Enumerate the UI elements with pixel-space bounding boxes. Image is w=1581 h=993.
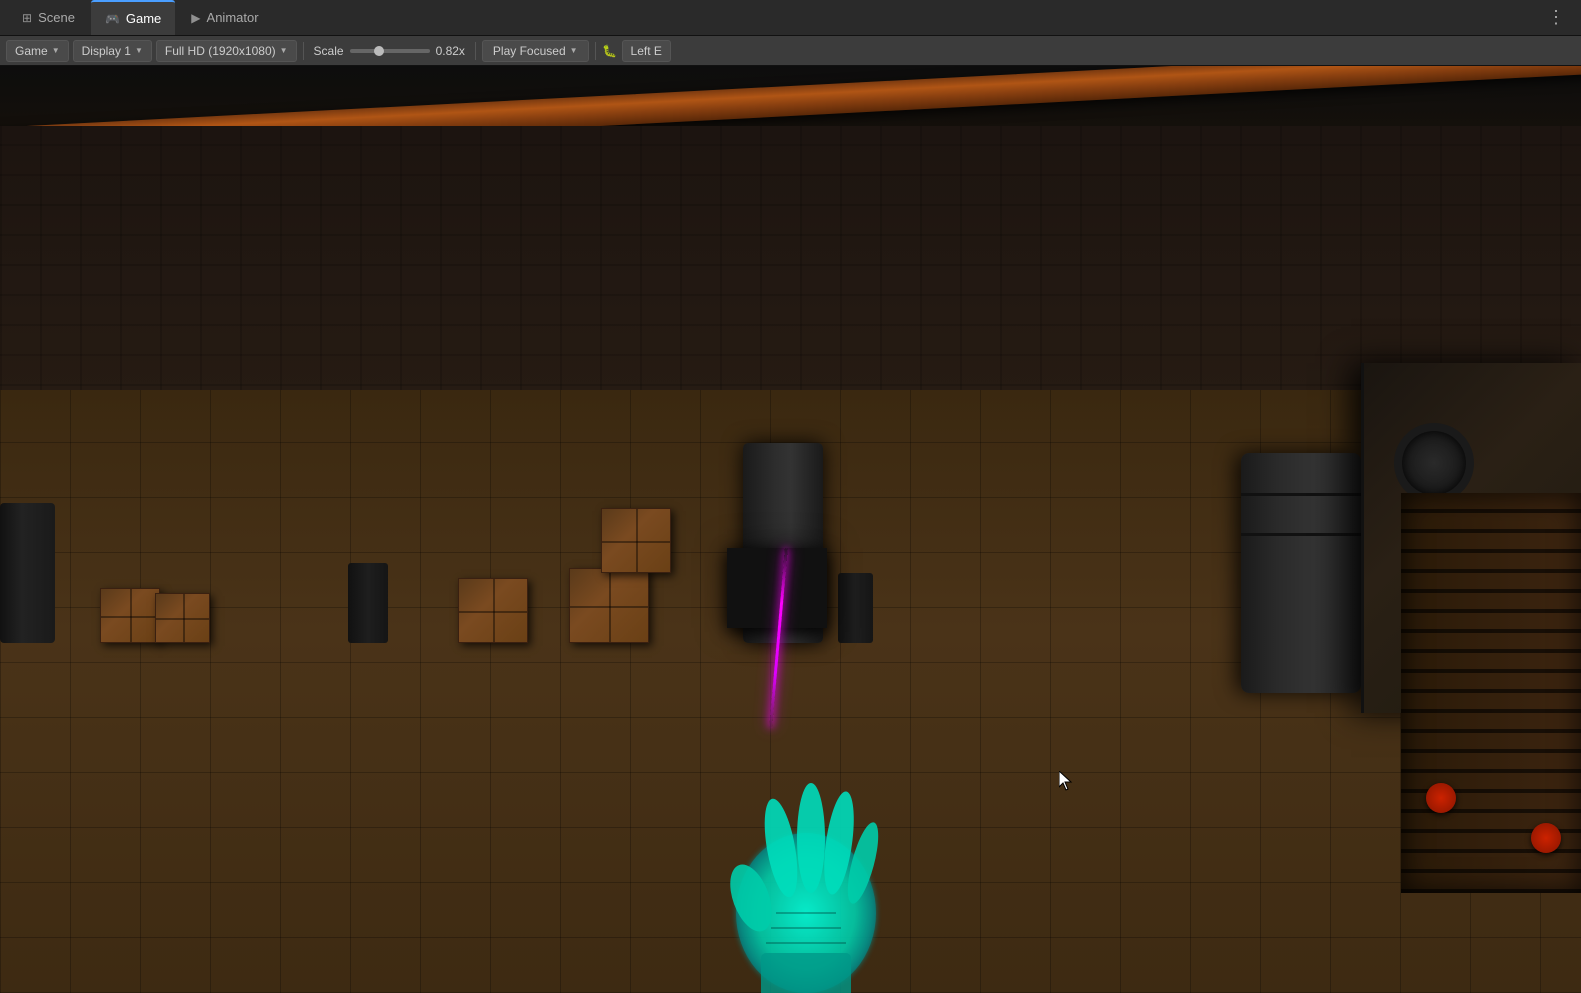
scale-slider[interactable]	[350, 49, 430, 53]
play-focused-label: Play Focused	[493, 44, 566, 58]
scale-label: Scale	[314, 44, 344, 58]
scene-icon: ⊞	[22, 11, 32, 25]
tab-scene-label: Scene	[38, 10, 75, 25]
play-focused-button[interactable]: Play Focused ▼	[482, 40, 589, 62]
more-options-button[interactable]: ⋮	[1539, 7, 1573, 28]
machinery-circular-element	[1394, 423, 1474, 503]
tab-animator-label: Animator	[207, 10, 259, 25]
tab-bar: ⊞ Scene 🎮 Game ▶ Animator ⋮	[0, 0, 1581, 36]
small-barrel-1	[348, 563, 388, 643]
crate-2	[155, 593, 210, 643]
crate-1	[100, 588, 160, 643]
resolution-dropdown-arrow: ▼	[280, 46, 288, 55]
resolution-dropdown-label: Full HD (1920x1080)	[165, 44, 276, 58]
left-eye-label: Left E	[631, 44, 662, 58]
scale-value: 0.82x	[436, 44, 465, 58]
left-eye-button[interactable]: Left E	[622, 40, 671, 62]
game-icon: 🎮	[105, 12, 120, 26]
separator-1	[303, 42, 304, 60]
toolbar: Game ▼ Display 1 ▼ Full HD (1920x1080) ▼…	[0, 36, 1581, 66]
bug-icon[interactable]: 🐛	[602, 43, 618, 59]
resolution-dropdown[interactable]: Full HD (1920x1080) ▼	[156, 40, 297, 62]
grate-right	[1401, 493, 1581, 893]
valve-2	[1531, 823, 1561, 853]
game-dropdown[interactable]: Game ▼	[6, 40, 69, 62]
separator-2	[475, 42, 476, 60]
hand-svg	[696, 713, 916, 993]
tab-animator[interactable]: ▶ Animator	[177, 0, 272, 35]
barrel-large-right	[1241, 453, 1361, 693]
player-hand	[696, 713, 916, 993]
black-box	[727, 548, 827, 628]
tab-game[interactable]: 🎮 Game	[91, 0, 175, 35]
crate-3	[569, 568, 649, 643]
separator-3	[595, 42, 596, 60]
display-dropdown[interactable]: Display 1 ▼	[73, 40, 152, 62]
crate-4	[601, 508, 671, 573]
barrel-left	[0, 503, 55, 643]
game-dropdown-arrow: ▼	[52, 46, 60, 55]
game-scene	[0, 66, 1581, 993]
valve-1	[1426, 783, 1456, 813]
scale-slider-thumb	[374, 46, 384, 56]
animator-icon: ▶	[191, 11, 200, 25]
display-dropdown-label: Display 1	[82, 44, 131, 58]
crate-5	[458, 578, 528, 643]
small-barrel-2	[838, 573, 873, 643]
tab-scene[interactable]: ⊞ Scene	[8, 0, 89, 35]
game-dropdown-label: Game	[15, 44, 48, 58]
game-viewport[interactable]	[0, 66, 1581, 993]
display-dropdown-arrow: ▼	[135, 46, 143, 55]
scale-control: Scale 0.82x	[310, 44, 469, 58]
tab-game-label: Game	[126, 11, 161, 26]
play-focused-arrow: ▼	[570, 46, 578, 55]
